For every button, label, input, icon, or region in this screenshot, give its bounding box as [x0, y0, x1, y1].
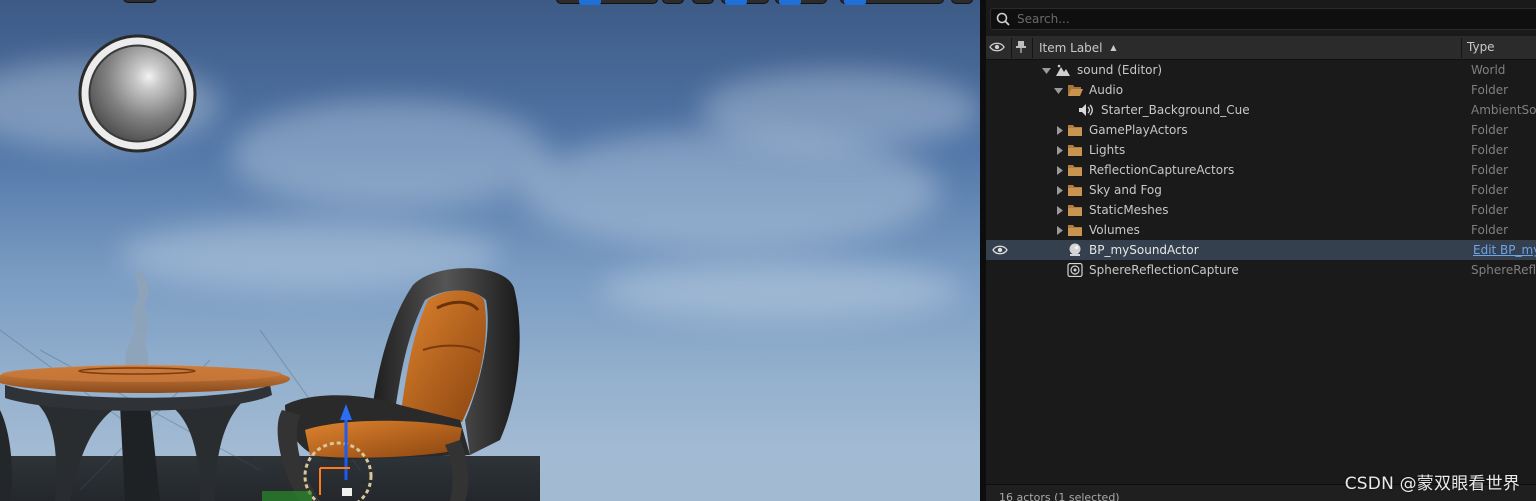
type-column-header[interactable]: Type	[1467, 36, 1495, 59]
folder-open-icon	[1068, 85, 1083, 96]
tree-row-folder-gameplayactors[interactable]: GamePlayActors Folder	[986, 120, 1536, 140]
search-icon	[996, 12, 1010, 26]
search-box[interactable]	[990, 8, 1536, 30]
item-label-header-text: Item Label	[1039, 41, 1103, 55]
scene-props	[0, 268, 520, 501]
sort-ascending-icon: ▲	[1110, 43, 1117, 52]
pin-column-icon[interactable]	[1015, 40, 1027, 54]
tree-row-folder-audio[interactable]: Audio Folder	[986, 80, 1536, 100]
tree-row-folder-lights[interactable]: Lights Folder	[986, 140, 1536, 160]
column-separator	[1011, 38, 1012, 58]
item-label-column-header[interactable]: Item Label ▲	[1039, 36, 1117, 59]
row-label: Audio	[1089, 83, 1124, 97]
outliner-search-bar	[986, 0, 1536, 36]
row-type: Folder	[1471, 143, 1509, 157]
tree-row-folder-staticmeshes[interactable]: StaticMeshes Folder	[986, 200, 1536, 220]
search-input[interactable]	[1017, 10, 1517, 28]
statue-mesh	[114, 268, 158, 373]
tree-row-world[interactable]: sound (Editor) World	[986, 60, 1536, 80]
folder-icon	[1068, 205, 1082, 216]
tree-row-folder-sky-and-fog[interactable]: Sky and Fog Folder	[986, 180, 1536, 200]
row-label: Lights	[1089, 143, 1126, 157]
row-label: Starter_Background_Cue	[1101, 103, 1250, 117]
collapse-arrow-icon[interactable]	[1055, 166, 1064, 175]
outliner-column-header: Item Label ▲ Type	[986, 36, 1536, 60]
row-label: sound (Editor)	[1077, 63, 1163, 77]
tree-row-folder-reflectioncaptureactors[interactable]: ReflectionCaptureActors Folder	[986, 160, 1536, 180]
collapse-arrow-icon[interactable]	[1055, 186, 1064, 195]
visibility-column-eye-icon[interactable]	[989, 41, 1005, 53]
folder-icon	[1068, 165, 1082, 176]
collapse-arrow-icon[interactable]	[1055, 226, 1064, 235]
tree-row-sphere-reflection-capture[interactable]: SphereReflectionCapture SphereRefle	[986, 260, 1536, 280]
table-mesh	[0, 365, 290, 501]
row-type: AmbientSou	[1471, 103, 1536, 117]
row-label: BP_mySoundActor	[1089, 243, 1199, 257]
row-label: ReflectionCaptureActors	[1089, 163, 1235, 177]
tree-row-ambient-sound[interactable]: Starter_Background_Cue AmbientSou	[986, 100, 1536, 120]
row-label: SphereReflectionCapture	[1089, 263, 1239, 277]
collapse-arrow-icon[interactable]	[1055, 206, 1064, 215]
collapse-arrow-icon[interactable]	[1055, 146, 1064, 155]
collapse-arrow-icon[interactable]	[1055, 126, 1064, 135]
row-type: Folder	[1471, 83, 1509, 97]
row-type: SphereRefle	[1471, 263, 1536, 277]
row-type: Folder	[1471, 123, 1509, 137]
row-type: Folder	[1471, 183, 1509, 197]
chair-mesh	[277, 268, 520, 501]
folder-icon	[1068, 185, 1082, 196]
row-label: GamePlayActors	[1089, 123, 1188, 137]
outliner-tree: sound (Editor) World Audio Folder Starte…	[986, 60, 1536, 280]
row-type: Folder	[1471, 163, 1509, 177]
column-separator	[1032, 38, 1033, 58]
row-label: StaticMeshes	[1089, 203, 1169, 217]
tree-row-bp-mysoundactor[interactable]: BP_mySoundActor Edit BP_my	[986, 240, 1536, 260]
row-label: Sky and Fog	[1089, 183, 1162, 197]
row-type: Folder	[1471, 203, 1509, 217]
expand-arrow-icon[interactable]	[1042, 66, 1051, 75]
level-viewport[interactable]	[0, 0, 980, 501]
actor-sphere-icon	[1069, 243, 1081, 256]
watermark-text: CSDN @蒙双眼看世界	[1344, 474, 1520, 494]
edit-blueprint-link[interactable]: Edit BP_my	[1473, 240, 1536, 260]
row-type: Folder	[1471, 223, 1509, 237]
folder-icon	[1068, 225, 1082, 236]
reflection-capture-icon	[1067, 263, 1083, 277]
row-type: World	[1471, 63, 1506, 77]
column-separator	[1461, 38, 1462, 58]
world-icon	[1056, 64, 1070, 76]
actor-count-text: 16 actors (1 selected)	[999, 491, 1120, 501]
row-label: Volumes	[1089, 223, 1140, 237]
visibility-eye-icon[interactable]	[992, 244, 1008, 256]
folder-icon	[1068, 125, 1082, 136]
tree-row-folder-volumes[interactable]: Volumes Folder	[986, 220, 1536, 240]
expand-arrow-icon[interactable]	[1054, 86, 1063, 95]
speaker-icon	[1079, 104, 1093, 116]
folder-icon	[1068, 145, 1082, 156]
world-outliner-panel: Item Label ▲ Type sound (Editor) World A…	[986, 0, 1536, 501]
